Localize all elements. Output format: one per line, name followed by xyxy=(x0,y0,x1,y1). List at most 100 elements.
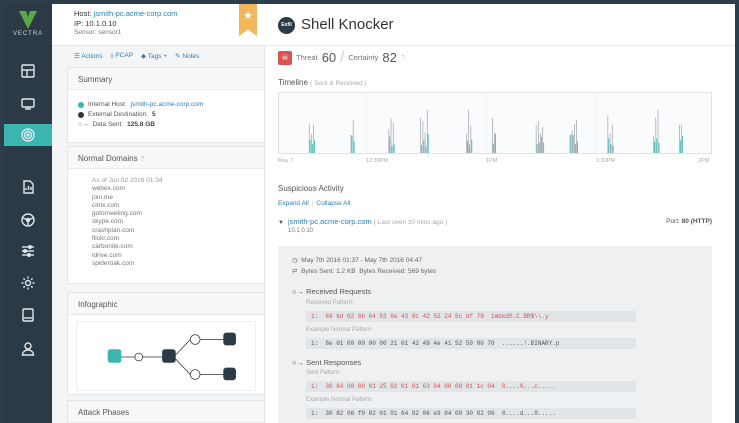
host-detail-panel: Host: jsmith-pc.acme-corp.com IP: 10.1.0… xyxy=(52,4,265,423)
timeline-spike xyxy=(569,135,571,153)
host-line: Host: jsmith-pc.acme-corp.com xyxy=(74,9,178,18)
threat-score: 60 xyxy=(321,50,337,65)
domain-item: gotomeeting.com xyxy=(92,210,142,218)
domain-item: citrix.com xyxy=(92,201,120,209)
notes-button[interactable]: ✎ Notes xyxy=(175,52,199,60)
timeline-spike-accent xyxy=(351,135,353,153)
menu-icon: ☰ xyxy=(74,53,80,60)
suspicious-heading: Suspicious Activity xyxy=(278,184,344,193)
timeline-spike-accent xyxy=(311,143,313,153)
timeline-spike xyxy=(679,124,680,153)
timeline-spike-accent xyxy=(577,141,578,153)
source-host-header[interactable]: ▼ jsmith-pc.acme-corp.com ( Last seen 30 … xyxy=(278,217,712,226)
timeline-spike xyxy=(657,109,659,153)
timeline-spike-accent xyxy=(495,133,496,153)
timeline-spike xyxy=(609,133,611,153)
timeline-spike-accent xyxy=(309,139,311,153)
vectra-logo[interactable]: VECTRA xyxy=(4,8,52,46)
timeline-spike-accent xyxy=(314,140,315,153)
reports-icon xyxy=(23,180,34,194)
received-pattern: 1: 69 6d 62 6b 64 53 0e 43 8c 42 52 24 5… xyxy=(306,311,636,322)
timeline-spike-accent xyxy=(658,142,660,153)
domain-item: skype.com xyxy=(92,218,124,226)
timeline-spike-accent xyxy=(682,135,684,153)
caret-down-icon[interactable]: ▼ xyxy=(278,220,284,226)
timeline-spike-accent xyxy=(391,146,393,153)
timeline-chart[interactable] xyxy=(278,92,712,154)
rail-reports[interactable] xyxy=(4,176,52,198)
settings-icon xyxy=(21,276,35,290)
timeline-spike xyxy=(571,130,573,153)
timeline-spike xyxy=(611,124,613,153)
timeline-spike xyxy=(308,123,310,153)
normal-domains-header: Normal Domains? xyxy=(68,147,264,169)
domain-item: join.me xyxy=(92,193,113,201)
sensor-line: Sensor: sensor1 xyxy=(74,29,122,36)
timeline-spike-accent xyxy=(572,135,574,153)
infographic-card: Infographic xyxy=(67,292,265,395)
rail-settings[interactable] xyxy=(4,272,52,294)
help-icon[interactable]: ? xyxy=(141,156,145,163)
timeline-spike xyxy=(470,125,472,153)
session-details: ◷ May 7th 2016 01:37 - May 7th 2016 04:4… xyxy=(278,246,712,423)
detection-header: Exfil Shell Knocker xyxy=(265,4,735,46)
help-icon[interactable]: ? xyxy=(401,53,405,62)
timeline-spike-accent xyxy=(492,143,494,153)
rail-inbox[interactable] xyxy=(4,304,52,326)
rail-dashboard[interactable] xyxy=(4,60,52,82)
source-host-icon xyxy=(107,349,122,363)
timeline-spike xyxy=(426,110,428,153)
arrow-right-icon: ○→ xyxy=(292,358,305,367)
timeline-spike-accent xyxy=(570,134,572,153)
destination-host-icon xyxy=(223,332,236,346)
rail-user[interactable] xyxy=(4,338,52,360)
summary-data-sent: ○→ Data Sent: 125.8 GB xyxy=(78,121,155,128)
clock-icon: ◷ xyxy=(292,257,298,264)
timeline-spike xyxy=(653,136,654,153)
timeline-axis: May 7 12:30PM 1PM 1:30PM 2PM xyxy=(278,158,712,166)
sent-title: ○→ Sent Responses xyxy=(292,358,362,367)
domain-item: crashplan.com xyxy=(92,226,135,234)
vectra-logo-icon xyxy=(19,11,37,29)
source-host-link[interactable]: jsmith-pc.acme-corp.com xyxy=(288,217,372,226)
key-asset-ribbon[interactable]: ★ xyxy=(239,4,257,36)
actions-button[interactable]: ☰ Actions xyxy=(74,52,103,60)
hosts-icon xyxy=(21,98,35,110)
nav-rail: VECTRA xyxy=(4,4,52,423)
source-ip: 10.1.0.10 xyxy=(288,228,314,234)
timeline-spike xyxy=(313,124,314,153)
rail-filters[interactable] xyxy=(4,240,52,262)
pcap-button[interactable]: ⤓ PCAP xyxy=(111,52,133,60)
timeline-spike-accent xyxy=(680,140,681,153)
timeline-spike-accent xyxy=(608,138,610,153)
infographic-title: Infographic xyxy=(68,293,264,315)
arrow-right-icon: ○→ xyxy=(78,121,89,128)
brand-name: VECTRA xyxy=(12,31,44,37)
host-name-link[interactable]: jsmith-pc.acme-corp.com xyxy=(94,9,178,18)
expand-controls: Expand All | Collapse All xyxy=(278,200,351,207)
rail-detections[interactable] xyxy=(4,124,52,146)
domain-item: flickr.com xyxy=(92,235,120,243)
timeline-spike-accent xyxy=(654,141,655,153)
port-info: Port: 80 (HTTP) xyxy=(666,218,712,225)
host-dot-icon xyxy=(78,102,84,108)
timeline-spike xyxy=(424,132,426,153)
rail-hosts[interactable] xyxy=(4,93,52,115)
summary-external-destination: External Destination: 5 xyxy=(68,110,264,120)
session-bytes: ⇄ Bytes Sent: 1.2 KB Bytes Received: 569… xyxy=(292,268,437,275)
exfil-badge: Exfil xyxy=(278,17,295,34)
summary-card: Summary Internal Host: jsmith-pc.acme-co… xyxy=(67,67,265,143)
collapse-all-link[interactable]: Collapse All xyxy=(316,200,350,207)
tag-icon: ◆ xyxy=(141,53,146,60)
rail-network[interactable] xyxy=(4,209,52,231)
session-time: ◷ May 7th 2016 01:37 - May 7th 2016 04:4… xyxy=(292,257,422,264)
filters-icon xyxy=(22,245,34,257)
detections-icon xyxy=(21,128,35,142)
expand-all-link[interactable]: Expand All xyxy=(278,200,309,207)
transfer-icon: ⇄ xyxy=(292,268,298,275)
domain-item: idrive.com xyxy=(92,251,122,259)
tags-button[interactable]: ◆ Tags + xyxy=(141,52,167,60)
star-icon: ★ xyxy=(243,10,253,22)
summary-title: Summary xyxy=(68,68,264,90)
timeline-tick: 1:30PM xyxy=(596,158,615,164)
